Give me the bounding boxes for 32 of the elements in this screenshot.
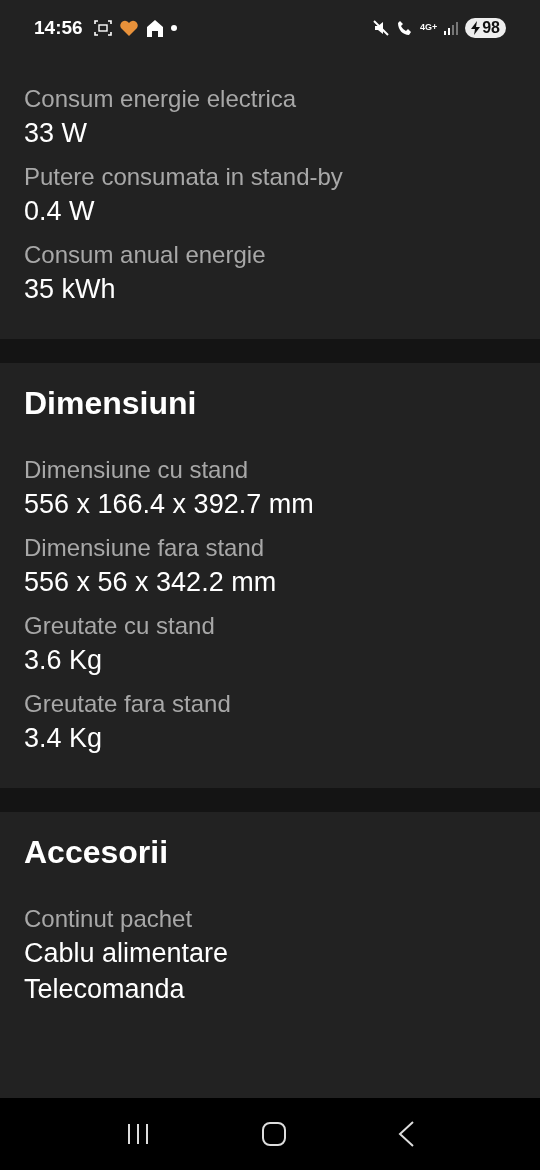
spec-value: 3.6 Kg xyxy=(24,644,104,677)
spec-label: Continut pachet xyxy=(24,904,194,934)
section-title: Accesorii xyxy=(24,834,170,871)
spec-value: 3.4 Kg xyxy=(24,722,104,755)
status-time: 14:56 xyxy=(34,16,83,39)
section-title: Dimensiuni xyxy=(24,385,198,422)
mute-icon xyxy=(371,18,390,37)
network-label: 4G+ xyxy=(419,23,438,32)
spec-label: Dimensiune cu stand xyxy=(24,455,250,485)
spec-value: 0.4 W xyxy=(24,195,96,228)
spec-label: Dimensiune fara stand xyxy=(24,533,266,563)
phone-icon xyxy=(395,18,414,37)
heart-icon xyxy=(118,18,139,37)
spec-label: Consum energie electrica xyxy=(24,84,298,114)
spec-value: Cablu alimentare Telecomanda xyxy=(24,937,230,1006)
spec-value: 35 kWh xyxy=(24,273,117,306)
spec-value: 556 x 56 x 342.2 mm xyxy=(24,566,278,599)
recent-apps-icon[interactable] xyxy=(125,1123,150,1145)
spec-label: Consum anual energie xyxy=(24,240,267,270)
spec-value: 556 x 166.4 x 392.7 mm xyxy=(24,488,315,521)
spec-label: Putere consumata in stand-by xyxy=(24,162,344,192)
back-icon[interactable] xyxy=(398,1121,415,1147)
home-icon xyxy=(144,17,165,38)
spec-label: Greutate cu stand xyxy=(24,611,216,641)
dot-icon xyxy=(170,24,177,31)
spec-label: Greutate fara stand xyxy=(24,689,232,719)
battery-indicator: 98 xyxy=(465,17,506,38)
home-button-icon[interactable] xyxy=(261,1121,287,1147)
charging-icon xyxy=(471,20,481,35)
signal-icon xyxy=(443,19,460,36)
spec-value: 33 W xyxy=(24,117,89,150)
screenshot-icon xyxy=(92,18,113,37)
